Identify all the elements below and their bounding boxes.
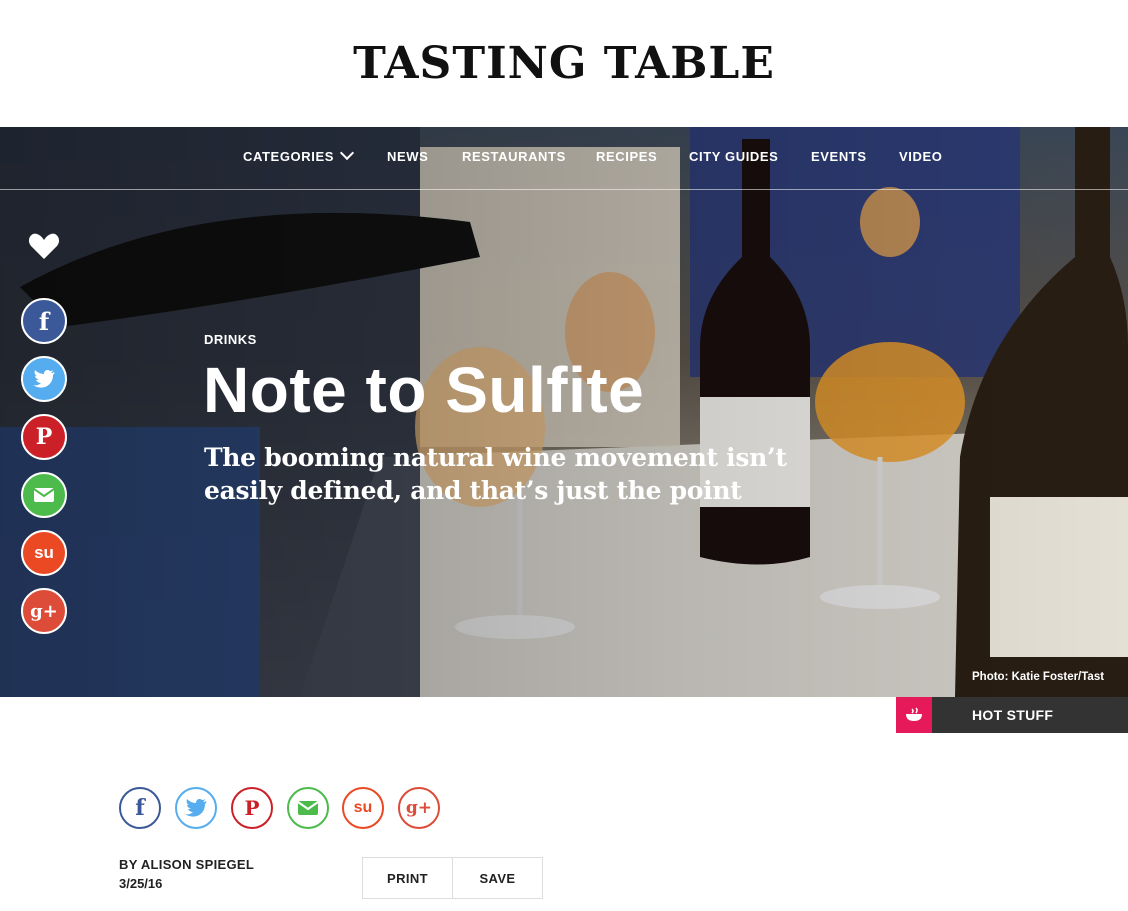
nav-item-categories[interactable]: CATEGORIES <box>243 145 355 164</box>
article-category[interactable]: DRINKS <box>204 332 257 347</box>
nav-item-label: CATEGORIES <box>243 149 334 164</box>
bowl-icon <box>896 697 932 733</box>
site-header: TASTING TABLE <box>0 0 1128 127</box>
chevron-down-icon <box>339 145 355 161</box>
nav-item-recipes[interactable]: RECIPES <box>596 149 657 164</box>
nav-item-restaurants[interactable]: RESTAURANTS <box>462 149 566 164</box>
print-button[interactable]: PRINT <box>363 858 452 898</box>
hero-image: CATEGORIES NEWS RESTAURANTS RECIPES CITY… <box>0 127 1128 697</box>
pinterest-icon[interactable]: P <box>231 787 273 829</box>
nav-item-video[interactable]: VIDEO <box>899 149 942 164</box>
hot-stuff-tab[interactable]: HOT STUFF <box>896 697 1128 733</box>
facebook-icon[interactable]: f <box>21 298 67 344</box>
article-subtitle: The booming natural wine movement isn’t … <box>204 443 787 505</box>
article-byline[interactable]: BY ALISON SPIEGEL <box>119 857 254 872</box>
nav-item-events[interactable]: EVENTS <box>811 149 867 164</box>
stumbleupon-icon[interactable]: su <box>21 530 67 576</box>
googleplus-icon[interactable]: g+ <box>21 588 67 634</box>
nav-item-news[interactable]: NEWS <box>387 149 428 164</box>
photo-credit: Photo: Katie Foster/Tast <box>972 671 1105 683</box>
page-title: Note to Sulfite <box>203 354 645 426</box>
save-button[interactable]: SAVE <box>452 858 542 898</box>
twitter-icon[interactable] <box>175 787 217 829</box>
article-actions: PRINT SAVE <box>362 857 543 899</box>
email-icon[interactable] <box>287 787 329 829</box>
pinterest-icon[interactable]: P <box>21 414 67 460</box>
top-nav: CATEGORIES NEWS RESTAURANTS RECIPES CITY… <box>0 127 1128 190</box>
article-date: 3/25/16 <box>119 876 163 891</box>
site-logo[interactable]: TASTING TABLE <box>0 38 1128 89</box>
heart-icon[interactable] <box>28 231 60 261</box>
twitter-icon[interactable] <box>21 356 67 402</box>
facebook-icon[interactable]: f <box>119 787 161 829</box>
stumbleupon-icon[interactable]: su <box>342 787 384 829</box>
nav-item-city-guides[interactable]: CITY GUIDES <box>689 149 778 164</box>
googleplus-icon[interactable]: g+ <box>398 787 440 829</box>
hot-stuff-label: HOT STUFF <box>972 707 1054 723</box>
email-icon[interactable] <box>21 472 67 518</box>
